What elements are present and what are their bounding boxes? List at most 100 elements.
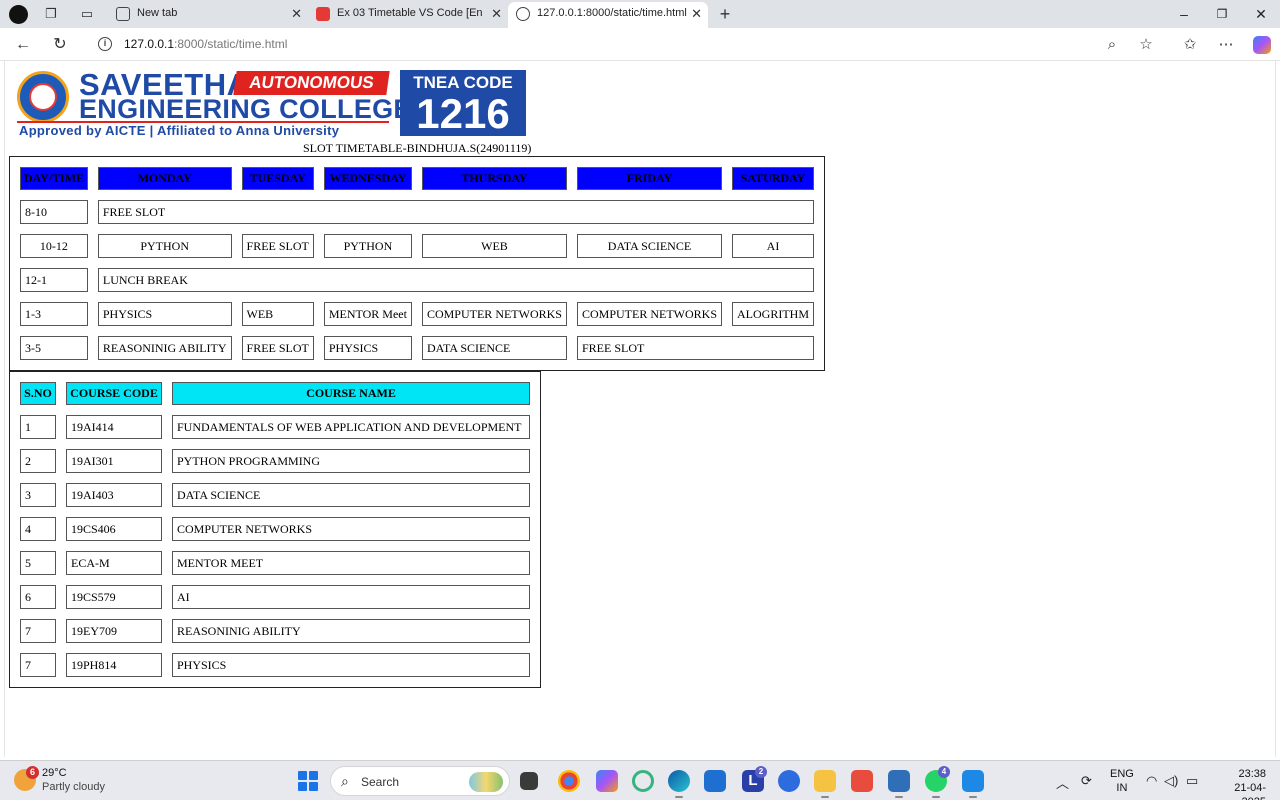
slot-cell: AI: [732, 234, 814, 258]
refresh-icon[interactable]: ↻: [50, 35, 70, 55]
slot-cell: REASONINIG ABILITY: [97, 336, 232, 360]
table-row: 3 19AI403 DATA SCIENCE: [20, 483, 530, 507]
sno-cell: 3: [20, 483, 56, 507]
close-tab-icon[interactable]: ✕: [691, 6, 702, 22]
favorites-icon[interactable]: ✩: [1180, 35, 1200, 55]
window-close-icon[interactable]: ✕: [1250, 4, 1272, 24]
table-row: 6 19CS579 AI: [20, 585, 530, 609]
weather-description[interactable]: Partly cloudy: [42, 781, 105, 793]
slot-cell: PYTHON: [97, 234, 232, 258]
logo-autonomous-badge: AUTONOMOUS: [233, 71, 390, 95]
table-row: 7 19EY709 REASONINIG ABILITY: [20, 619, 530, 643]
notepad-icon[interactable]: [888, 770, 910, 798]
header-course-code: COURSE CODE: [66, 382, 162, 405]
app-a-icon[interactable]: [778, 770, 800, 792]
tab-actions-icon[interactable]: ▭: [79, 6, 95, 22]
course-name-cell: DATA SCIENCE: [172, 483, 530, 507]
site-info-icon[interactable]: i: [98, 37, 112, 51]
tab-title: 127.0.0.1:8000/static/time.html: [537, 7, 687, 19]
course-code-cell: 19CS579: [66, 585, 162, 609]
volume-icon[interactable]: ◁): [1164, 773, 1178, 789]
chrome-icon[interactable]: [558, 770, 580, 792]
slot-cell: COMPUTER NETWORKS: [576, 302, 722, 326]
header-tuesday: TUESDAY: [241, 167, 314, 190]
edge-icon[interactable]: [668, 770, 690, 798]
new-tab-icon[interactable]: +: [717, 5, 733, 23]
slot-cell: DATA SCIENCE: [421, 336, 567, 360]
course-code-cell: 19AI414: [66, 415, 162, 439]
windows-start-icon[interactable]: [298, 771, 318, 791]
header-sno: S.NO: [20, 382, 56, 405]
minimize-icon[interactable]: –: [1173, 4, 1195, 24]
course-table: S.NO COURSE CODE COURSE NAME 1 19AI414 FUN…: [9, 371, 541, 688]
globe-icon: [516, 7, 530, 21]
clock-date: 21-04-2025: [1234, 782, 1266, 800]
tab-title: Ex 03 Timetable VS Code [English: [337, 7, 483, 19]
url-field[interactable]: 127.0.0.1:8000/static/time.html: [124, 37, 287, 51]
whatsapp-badge: 4: [938, 766, 950, 778]
sno-cell: 6: [20, 585, 56, 609]
taskbar-search[interactable]: ⌕ Search: [330, 766, 510, 796]
page-icon: [116, 7, 130, 21]
table-row: 12-1 LUNCH BREAK: [20, 268, 814, 292]
more-options-icon[interactable]: ⋯: [1216, 35, 1236, 55]
slot-cell: WEB: [241, 302, 314, 326]
url-host: 127.0.0.1: [124, 37, 175, 51]
table-row: 1-3 PHYSICS WEB MENTOR Meet COMPUTER NET…: [20, 302, 814, 326]
copilot-app-icon[interactable]: [596, 770, 618, 792]
store-icon[interactable]: [704, 770, 726, 792]
clock[interactable]: 23:38 21-04-2025: [1210, 767, 1266, 800]
course-name-cell: AI: [172, 585, 530, 609]
table-row: 4 19CS406 COMPUTER NETWORKS: [20, 517, 530, 541]
course-code-cell: ECA-M: [66, 551, 162, 575]
header-day-time: DAY/TIME: [20, 167, 88, 190]
timetable: DAY/TIME MONDAY TUESDAY WEDNESDAY THURSD…: [9, 156, 825, 371]
language-code: ENG: [1110, 768, 1134, 780]
slot-cell: LUNCH BREAK: [97, 268, 814, 292]
tab-new-tab[interactable]: New tab ✕: [108, 2, 308, 28]
close-tab-icon[interactable]: ✕: [491, 6, 502, 22]
wps-icon[interactable]: [851, 770, 873, 792]
slot-cell: COMPUTER NETWORKS: [421, 302, 567, 326]
sno-cell: 7: [20, 653, 56, 677]
course-name-cell: FUNDAMENTALS OF WEB APPLICATION AND DEVE…: [172, 415, 530, 439]
tab-youtube[interactable]: Ex 03 Timetable VS Code [English ✕: [308, 2, 508, 28]
course-name-cell: PYTHON PROGRAMMING: [172, 449, 530, 473]
copilot-icon[interactable]: [1253, 36, 1271, 54]
file-explorer-icon[interactable]: [814, 770, 836, 798]
table-row: 2 19AI301 PYTHON PROGRAMMING: [20, 449, 530, 473]
back-icon[interactable]: ←: [13, 35, 33, 55]
sno-cell: 4: [20, 517, 56, 541]
favorite-star-icon[interactable]: ☆: [1136, 35, 1156, 55]
browser-tab-bar: ❐ ▭ New tab ✕ Ex 03 Timetable VS Code [E…: [0, 0, 1280, 28]
profile-avatar[interactable]: [9, 5, 28, 24]
search-label: Search: [361, 775, 400, 789]
weather-badge: 6: [26, 766, 39, 779]
sno-cell: 1: [20, 415, 56, 439]
wifi-icon[interactable]: ◠: [1146, 773, 1157, 789]
sync-icon[interactable]: ⟳: [1081, 773, 1092, 789]
header-thursday: THURSDAY: [421, 167, 567, 190]
search-highlight-icon: [469, 772, 503, 792]
vscode-icon[interactable]: [962, 770, 984, 798]
slot-cell: PYTHON: [323, 234, 412, 258]
course-name-cell: PHYSICS: [172, 653, 530, 677]
tab-timetable[interactable]: 127.0.0.1:8000/static/time.html ✕: [508, 2, 708, 28]
time-cell: 10-12: [20, 234, 88, 258]
windows-taskbar: 6 29°C Partly cloudy ⌕ Search L 2 4 ︿ ⟳ …: [0, 760, 1280, 800]
maximize-icon[interactable]: ❐: [1211, 4, 1233, 24]
course-name-cell: MENTOR MEET: [172, 551, 530, 575]
slot-cell: FREE SLOT: [576, 336, 814, 360]
app-circle-icon[interactable]: [632, 770, 654, 792]
show-hidden-icons-icon[interactable]: ︿: [1056, 773, 1069, 792]
task-view-icon[interactable]: [520, 772, 538, 790]
weather-temperature[interactable]: 29°C: [42, 767, 67, 779]
sno-cell: 2: [20, 449, 56, 473]
sno-cell: 5: [20, 551, 56, 575]
zoom-icon[interactable]: ⌕: [1102, 35, 1122, 55]
battery-icon[interactable]: ▭: [1186, 773, 1198, 789]
language-indicator[interactable]: ENG IN: [1110, 767, 1134, 795]
college-logo: SAVEETHA AUTONOMOUS ENGINEERING COLLEGE …: [17, 67, 527, 138]
workspaces-icon[interactable]: ❐: [43, 6, 59, 22]
close-tab-icon[interactable]: ✕: [291, 6, 302, 22]
